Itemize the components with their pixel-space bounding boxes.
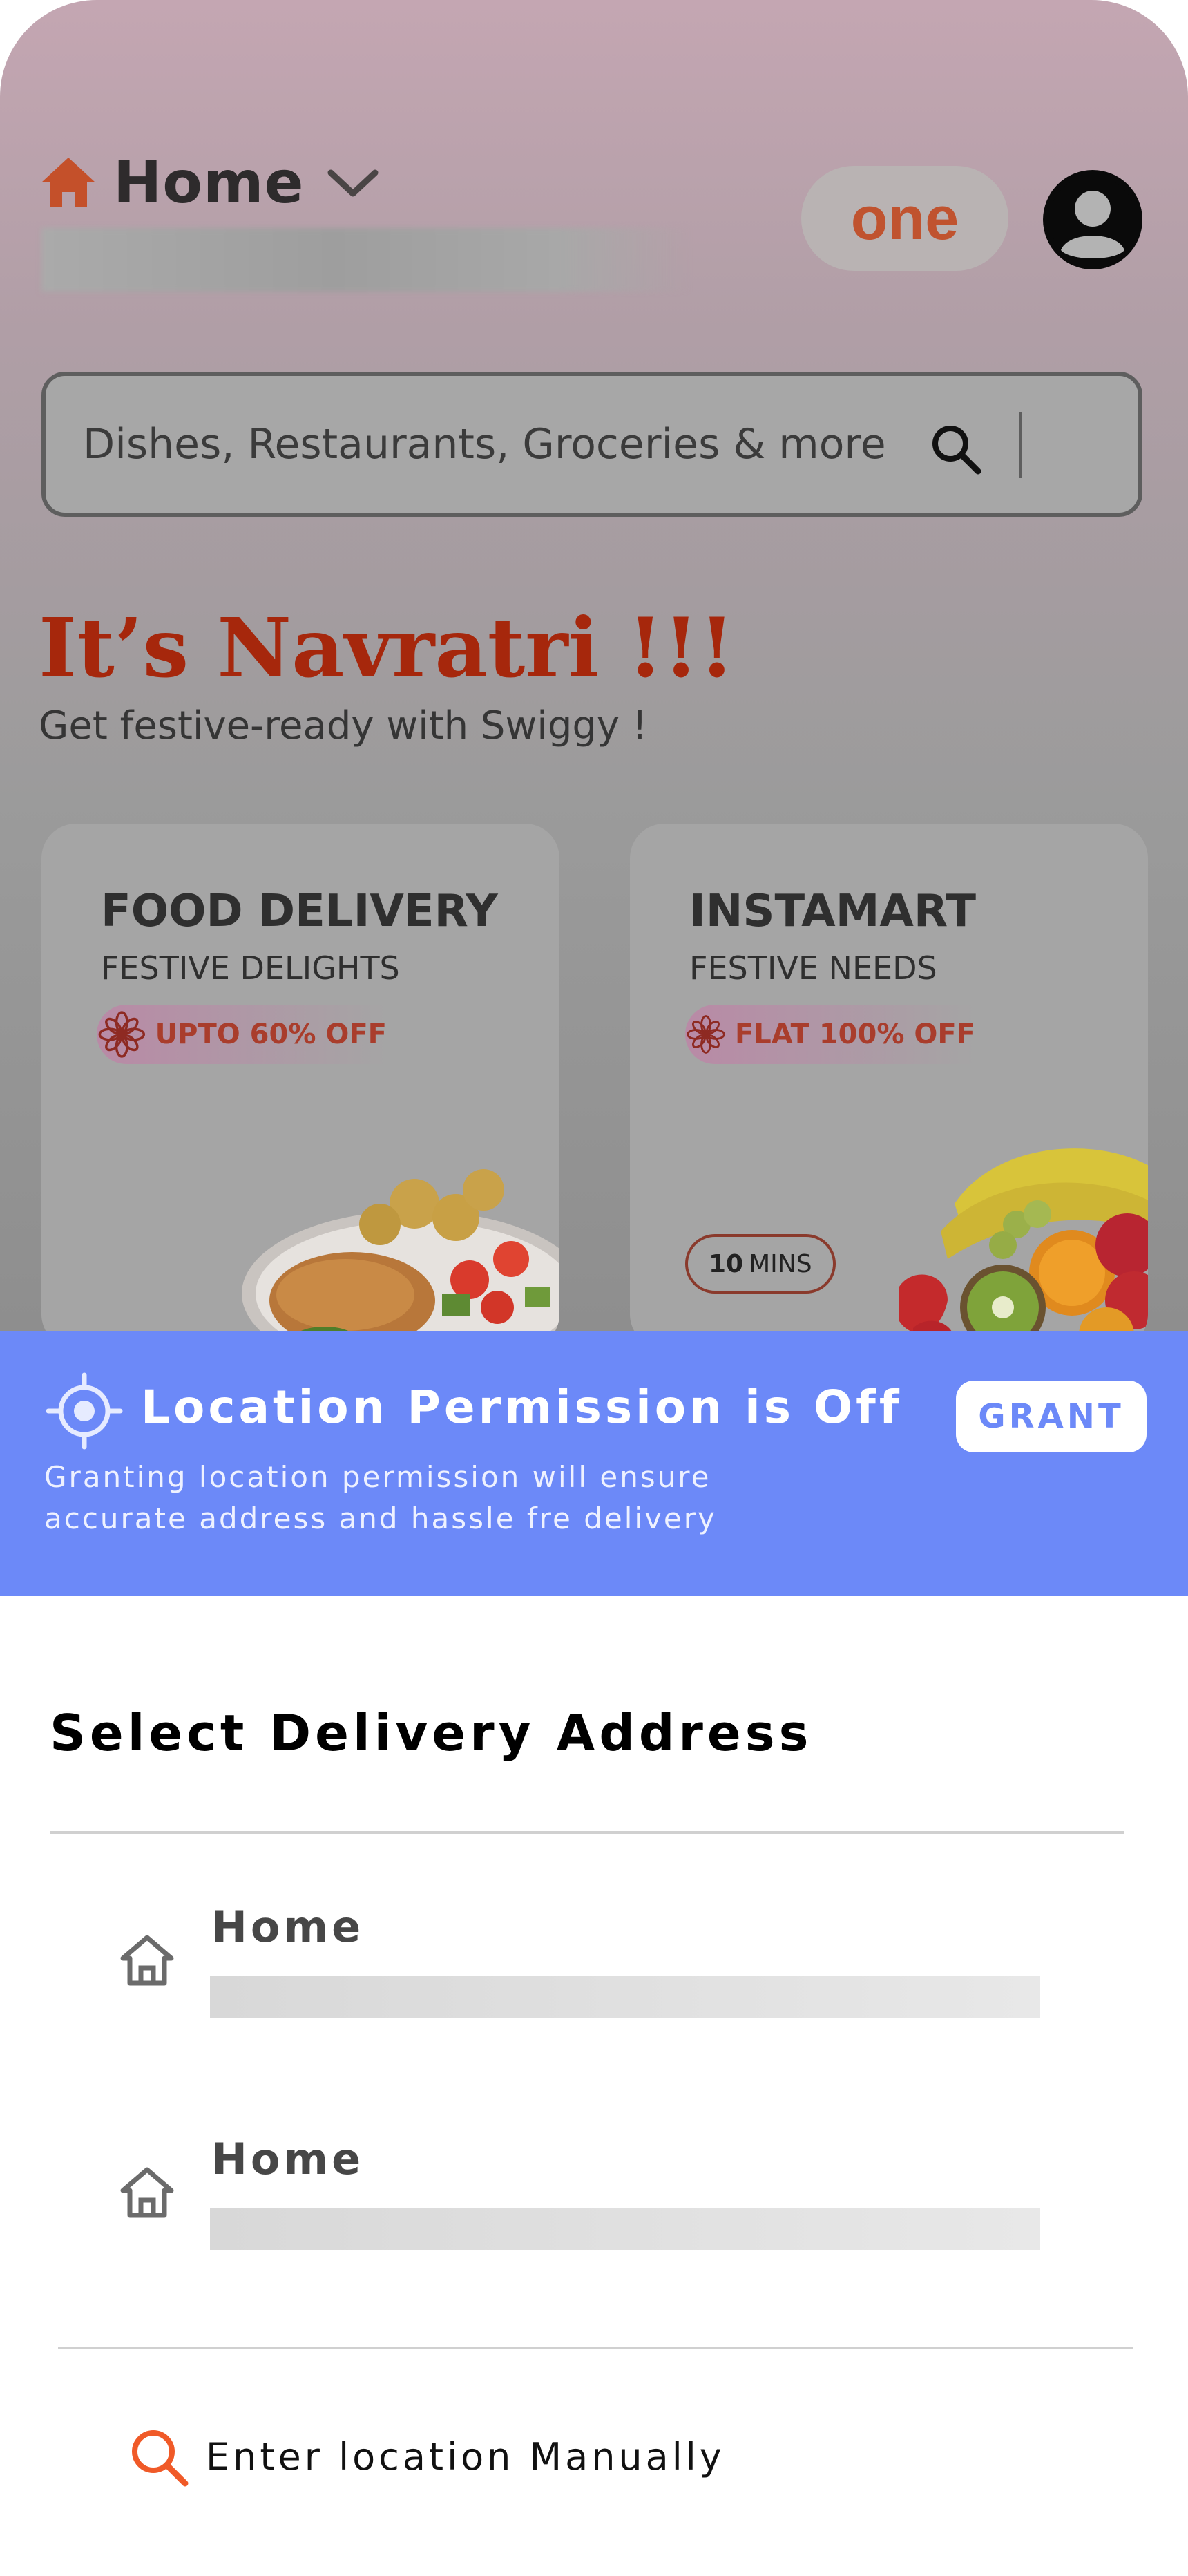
search-bar[interactable]: Dishes, Restaurants, Groceries & more bbox=[41, 372, 1142, 517]
permission-description: Granting location permission will ensure… bbox=[44, 1460, 717, 1535]
search-divider bbox=[1019, 412, 1022, 478]
location-selector[interactable]: Home bbox=[39, 149, 381, 216]
food-delivery-card[interactable]: FOOD DELIVERY FESTIVE DELIGHTS UPTO 60% … bbox=[41, 824, 559, 1349]
home-filled-icon bbox=[41, 158, 95, 207]
permission-title: Location Permission is Off bbox=[141, 1381, 903, 1434]
address-line-redacted bbox=[210, 1976, 1040, 2018]
search-icon bbox=[132, 2430, 189, 2487]
manual-label: Enter location Manually bbox=[206, 2434, 725, 2479]
home-outline-icon bbox=[120, 1935, 174, 1986]
saved-address-item[interactable]: Home bbox=[119, 1902, 1044, 2026]
offer-text: UPTO 60% OFF bbox=[155, 1019, 387, 1050]
saved-address-item[interactable]: Home bbox=[119, 2134, 1044, 2258]
divider bbox=[50, 1831, 1124, 1834]
home-screen-dimmed: Home one Dishes, Restaurants, Groceries … bbox=[0, 0, 1188, 1349]
offer-tag: UPTO 60% OFF bbox=[97, 1005, 387, 1064]
address-label: Home bbox=[211, 1902, 365, 1952]
eta-badge: 10 MINS bbox=[685, 1234, 836, 1294]
current-address-blurred bbox=[41, 228, 691, 292]
offer-text: FLAT 100% OFF bbox=[734, 1019, 975, 1050]
flower-icon bbox=[98, 1011, 146, 1058]
profile-avatar-icon[interactable] bbox=[1043, 170, 1142, 269]
swiggy-one-badge[interactable]: one bbox=[801, 166, 1008, 271]
card-title: FOOD DELIVERY bbox=[101, 886, 498, 937]
card-subtitle: FESTIVE NEEDS bbox=[689, 949, 937, 987]
card-subtitle: FESTIVE DELIGHTS bbox=[101, 949, 400, 987]
divider bbox=[58, 2347, 1133, 2349]
flower-icon bbox=[687, 1015, 725, 1054]
address-label: Home bbox=[211, 2134, 365, 2184]
festival-title: It’s Navratri !!! bbox=[39, 600, 735, 696]
app-screen: Home one Dishes, Restaurants, Groceries … bbox=[0, 0, 1188, 2576]
address-line-redacted bbox=[210, 2208, 1040, 2250]
fruit-bowl-image bbox=[899, 1148, 1148, 1349]
eta-unit: MINS bbox=[749, 1249, 812, 1278]
grant-button[interactable]: GRANT bbox=[956, 1381, 1147, 1452]
chevron-down-icon bbox=[327, 169, 379, 197]
offer-tag: FLAT 100% OFF bbox=[685, 1005, 975, 1064]
festival-subtitle: Get festive-ready with Swiggy ! bbox=[39, 703, 648, 748]
instamart-card[interactable]: INSTAMART FESTIVE NEEDS FLAT 100% OFF 10… bbox=[630, 824, 1148, 1349]
eta-value: 10 bbox=[709, 1249, 744, 1278]
card-title: INSTAMART bbox=[689, 886, 976, 937]
food-plate-image bbox=[242, 1169, 559, 1349]
home-outline-icon bbox=[120, 2167, 174, 2218]
sheet-title: Select Delivery Address bbox=[50, 1704, 813, 1762]
search-icon[interactable] bbox=[928, 422, 984, 477]
search-placeholder: Dishes, Restaurants, Groceries & more bbox=[83, 420, 886, 468]
location-title: Home bbox=[113, 149, 305, 216]
location-permission-banner: Location Permission is Off Granting loca… bbox=[0, 1331, 1188, 1596]
enter-location-manually[interactable]: Enter location Manually bbox=[127, 2425, 725, 2488]
location-target-icon bbox=[46, 1372, 123, 1450]
